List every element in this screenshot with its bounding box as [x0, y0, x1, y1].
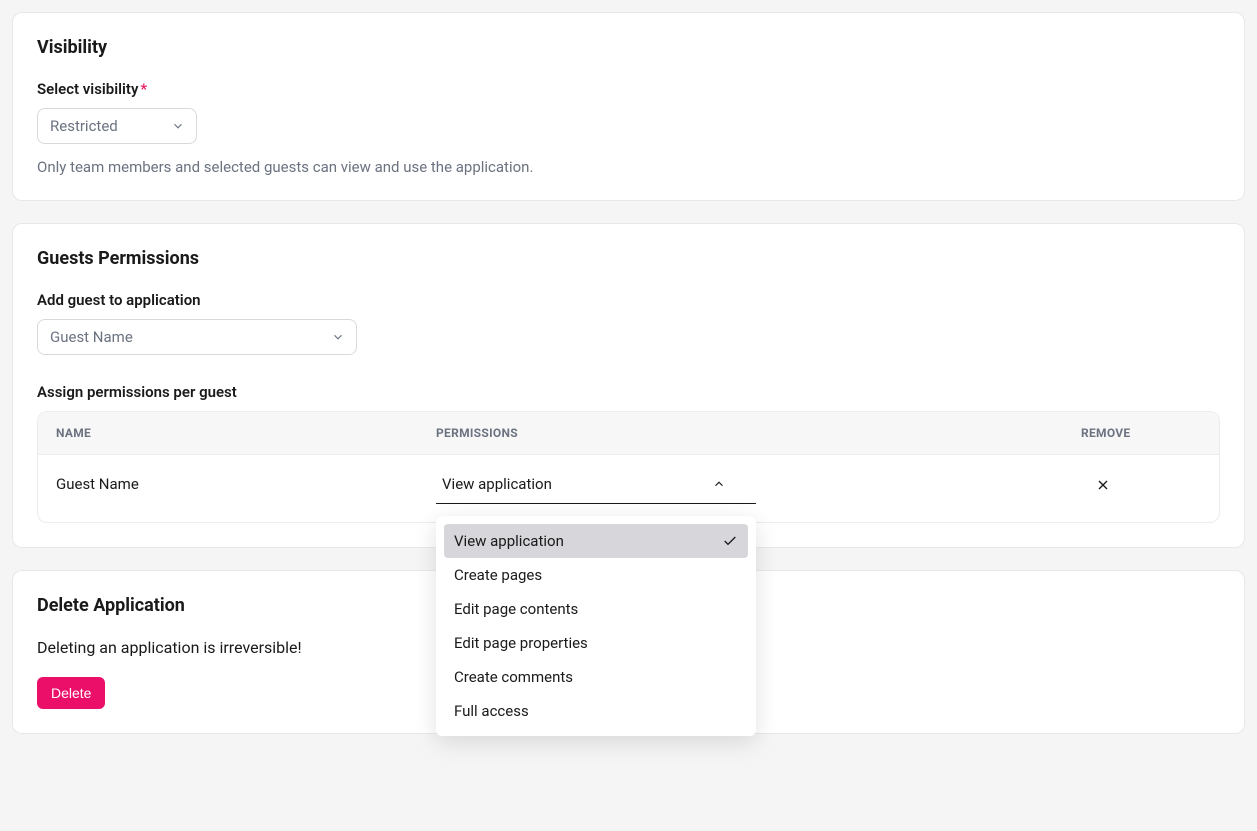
permission-option-create-pages[interactable]: Create pages	[444, 558, 748, 592]
table-header-row: NAME PERMISSIONS REMOVE	[38, 412, 1219, 455]
close-icon	[1095, 477, 1111, 493]
visibility-title: Visibility	[37, 37, 1220, 58]
visibility-card: Visibility Select visibility* Restricted…	[12, 12, 1245, 201]
permission-option-full-access[interactable]: Full access	[444, 694, 748, 728]
visibility-field: Select visibility* Restricted Only team …	[37, 80, 1220, 176]
permission-option-edit-page-contents[interactable]: Edit page contents	[444, 592, 748, 626]
guests-title: Guests Permissions	[37, 248, 1220, 269]
assign-permissions-section: Assign permissions per guest NAME PERMIS…	[37, 383, 1220, 523]
visibility-selected-value: Restricted	[50, 117, 118, 135]
add-guest-placeholder: Guest Name	[50, 328, 133, 346]
permission-option-view-application[interactable]: View application	[444, 524, 748, 558]
column-header-permissions: PERMISSIONS	[436, 426, 1081, 440]
permission-option-create-comments[interactable]: Create comments	[444, 660, 748, 694]
guest-permission-cell: View application View application	[436, 469, 1081, 504]
permission-option-edit-page-properties[interactable]: Edit page properties	[444, 626, 748, 660]
remove-guest-button[interactable]	[1093, 475, 1113, 495]
delete-button[interactable]: Delete	[37, 677, 105, 709]
permission-selected-value: View application	[442, 475, 552, 493]
guest-name-cell: Guest Name	[56, 469, 436, 493]
permission-select[interactable]: View application View application	[436, 469, 756, 504]
permissions-table: NAME PERMISSIONS REMOVE Guest Name View …	[37, 411, 1220, 523]
permission-dropdown: View application Create pages Edit page …	[436, 516, 756, 736]
add-guest-label: Add guest to application	[37, 291, 1220, 309]
visibility-select-label: Select visibility*	[37, 80, 1220, 98]
visibility-help-text: Only team members and selected guests ca…	[37, 158, 1220, 176]
table-row: Guest Name View application View applica…	[38, 455, 1219, 522]
chevron-up-icon	[712, 477, 726, 491]
add-guest-select[interactable]: Guest Name	[37, 319, 357, 355]
assign-permissions-label: Assign permissions per guest	[37, 383, 1220, 401]
add-guest-field: Add guest to application Guest Name	[37, 291, 1220, 355]
check-icon	[722, 533, 738, 549]
column-header-remove: REMOVE	[1081, 426, 1201, 440]
guests-permissions-card: Guests Permissions Add guest to applicat…	[12, 223, 1245, 548]
visibility-select[interactable]: Restricted	[37, 108, 197, 144]
column-header-name: NAME	[56, 426, 436, 440]
required-indicator: *	[140, 80, 147, 98]
